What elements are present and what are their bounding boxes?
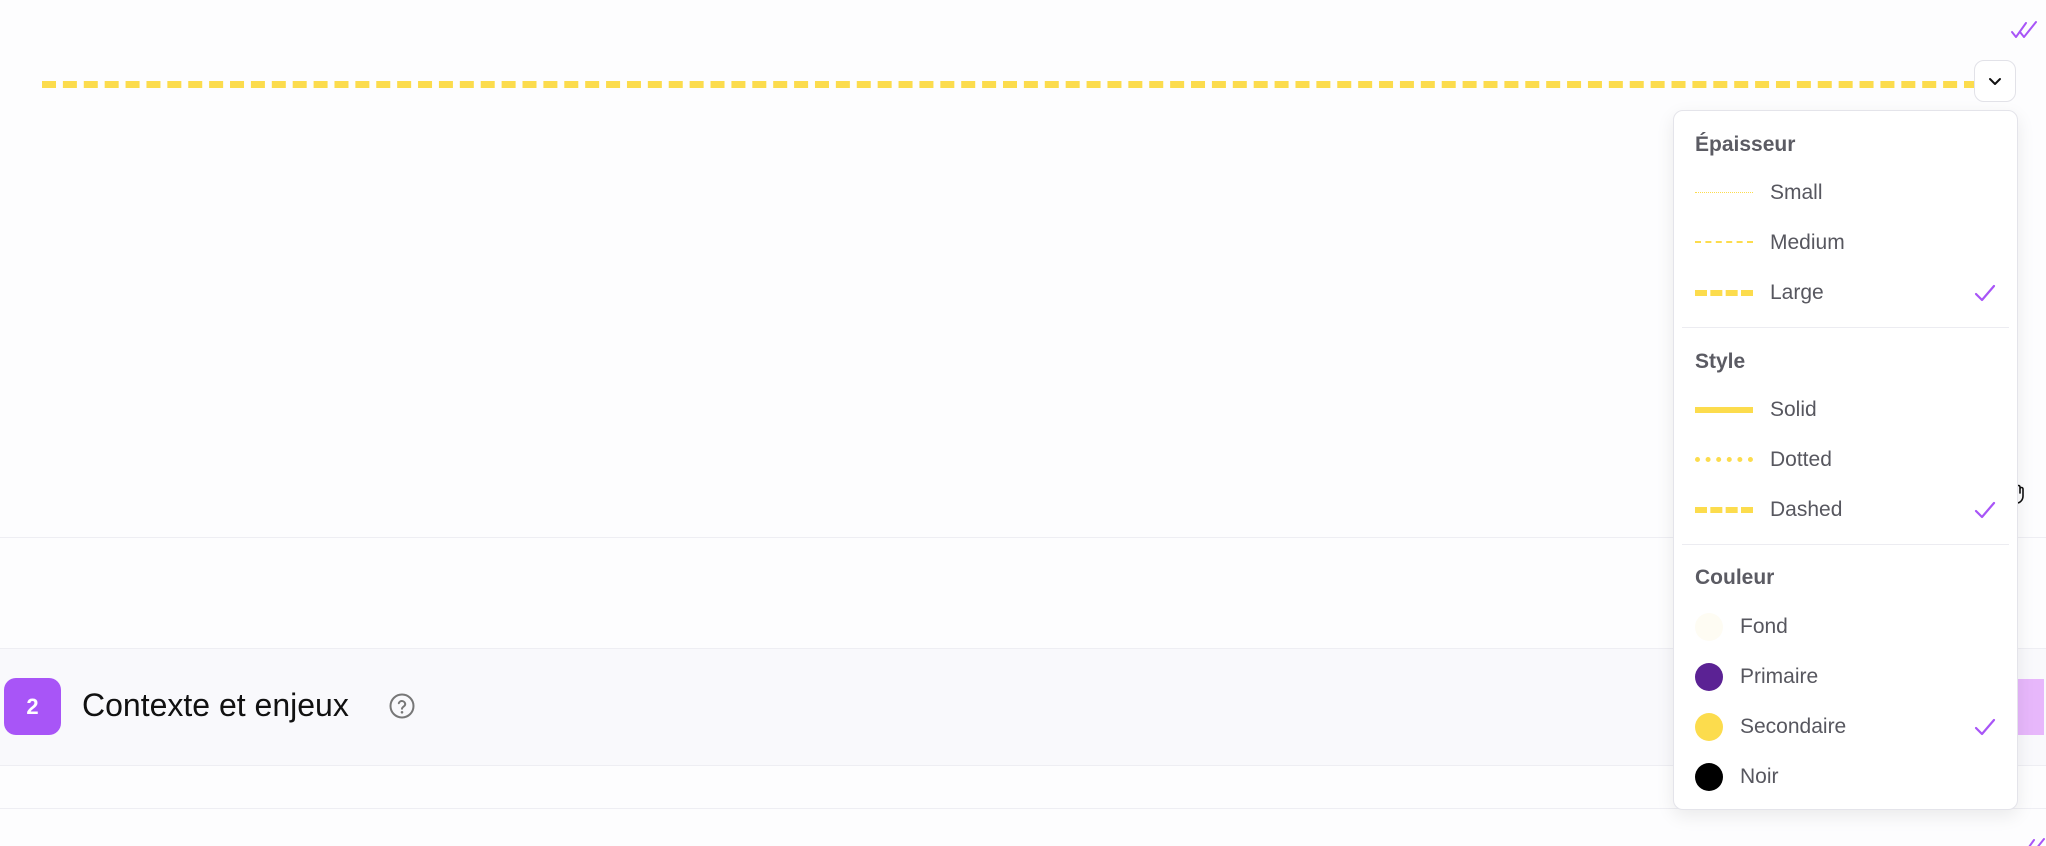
page: 2 Contexte et enjeux Épaisseur Small Med… xyxy=(0,0,2046,846)
thickness-group-title: Épaisseur xyxy=(1695,133,1796,156)
chevron-down-icon xyxy=(1989,78,2001,85)
style-option-dotted[interactable]: Dotted xyxy=(1682,437,2009,483)
line-style-dropdown: Épaisseur Small Medium Large Style Solid… xyxy=(1673,110,2018,810)
menu-separator xyxy=(1682,327,2009,328)
color-swatch xyxy=(1695,713,1723,741)
option-label: Dashed xyxy=(1770,498,1843,521)
color-option-primaire[interactable]: Primaire xyxy=(1682,654,2009,700)
small-line-preview xyxy=(1695,192,1753,193)
section-title: Contexte et enjeux xyxy=(82,687,349,723)
option-label: Solid xyxy=(1770,398,1817,421)
dotted-line-preview xyxy=(1695,457,1753,462)
thickness-option-large[interactable]: Large xyxy=(1682,270,2009,316)
thickness-option-medium[interactable]: Medium xyxy=(1682,220,2009,266)
dashed-line-preview xyxy=(1695,507,1753,513)
option-label: Primaire xyxy=(1740,665,1819,688)
color-option-secondaire[interactable]: Secondaire xyxy=(1682,704,2009,750)
check-icon xyxy=(1974,501,1996,519)
option-label: Small xyxy=(1770,181,1823,204)
option-label: Noir xyxy=(1740,765,1779,788)
color-group-title: Couleur xyxy=(1695,566,1775,589)
medium-line-preview xyxy=(1695,241,1753,243)
menu-separator xyxy=(1682,544,2009,545)
double-check-icon xyxy=(2028,838,2045,846)
solid-line-preview xyxy=(1695,407,1753,413)
thickness-option-small[interactable]: Small xyxy=(1682,170,2009,216)
style-option-solid[interactable]: Solid xyxy=(1682,387,2009,433)
color-swatch xyxy=(1695,763,1723,791)
color-swatch xyxy=(1695,613,1723,641)
option-label: Fond xyxy=(1740,615,1788,638)
style-option-dashed[interactable]: Dashed xyxy=(1682,487,2009,533)
style-group-title: Style xyxy=(1695,350,1746,373)
check-icon xyxy=(1974,718,1996,736)
color-swatch xyxy=(1695,663,1723,691)
color-option-fond[interactable]: Fond xyxy=(1682,604,2009,650)
option-label: Large xyxy=(1770,281,1824,304)
color-option-noir[interactable]: Noir xyxy=(1682,754,2009,800)
help-circle-icon[interactable] xyxy=(388,692,416,720)
option-label: Medium xyxy=(1770,231,1845,254)
section-number-badge: 2 xyxy=(4,678,61,735)
line-options-toggle-button[interactable] xyxy=(1974,60,2016,102)
horizontal-divider-line[interactable] xyxy=(42,81,1978,88)
option-label: Dotted xyxy=(1770,448,1832,471)
double-check-icon xyxy=(2011,21,2037,38)
check-icon xyxy=(1974,284,1996,302)
option-label: Secondaire xyxy=(1740,715,1847,738)
large-line-preview xyxy=(1695,290,1753,296)
